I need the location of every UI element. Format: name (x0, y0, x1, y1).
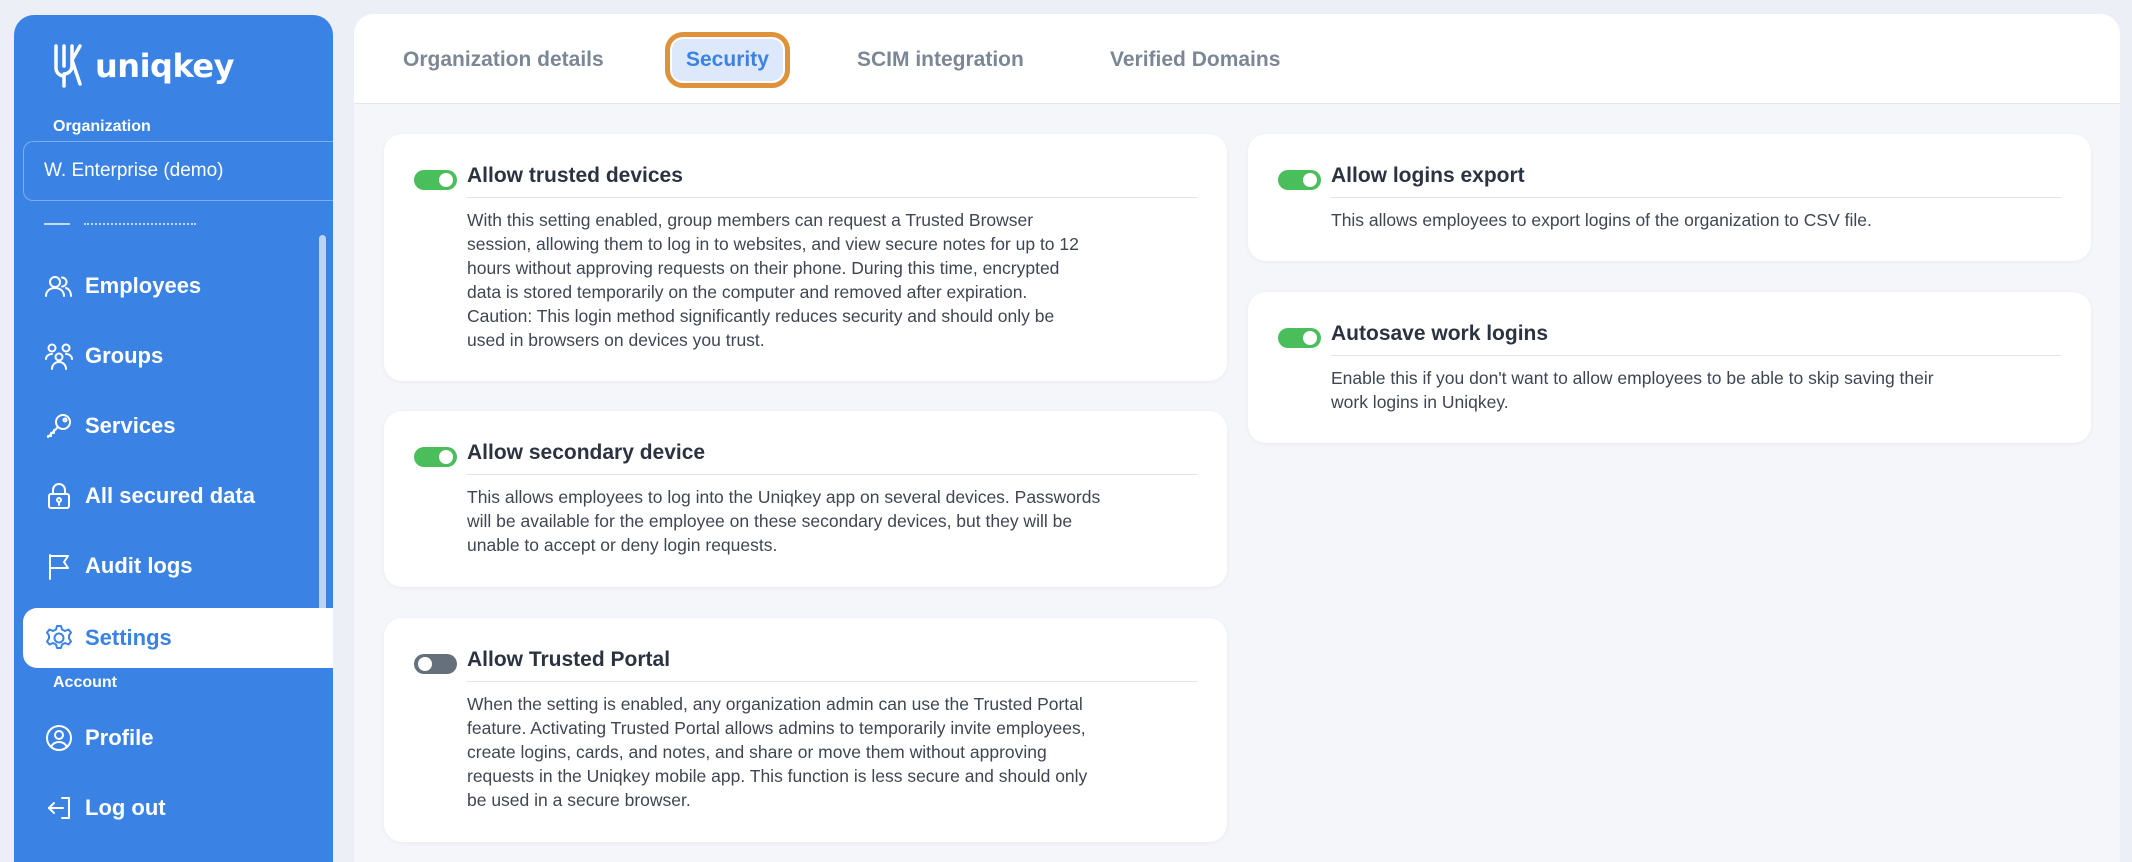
sidebar: uniqkey Organization W. Enterprise (demo… (14, 15, 333, 862)
sidebar-item-label: Services (85, 413, 176, 438)
sidebar-item-label: Log out (85, 795, 166, 820)
groups-icon (45, 343, 73, 370)
card-title: Autosave work logins (1331, 322, 2061, 356)
organization-label: Organization (53, 118, 151, 135)
card-title: Allow logins export (1331, 164, 2061, 198)
sidebar-item-label: Employees (85, 273, 202, 298)
tab-organization-details[interactable]: Organization details (403, 32, 604, 88)
sidebar-scrollbar[interactable] (319, 235, 326, 660)
card-description: This allows employees to export logins o… (1331, 210, 1872, 230)
brand-name: uniqkey (95, 47, 234, 85)
card-description: When the setting is enabled, any organiz… (467, 694, 1088, 810)
trusted-devices-card: Allow trusted devices With this setting … (384, 134, 1227, 381)
sidebar-item-audit-logs[interactable]: Audit logs (23, 536, 333, 596)
sidebar-item-log-out[interactable]: Log out (23, 778, 333, 838)
sidebar-item-services[interactable]: Services (23, 396, 333, 456)
card-title: Allow Trusted Portal (467, 648, 1197, 682)
sidebar-item-employees[interactable]: Employees (23, 256, 333, 316)
sidebar-item-label: Groups (85, 343, 164, 368)
secondary-device-toggle[interactable] (414, 447, 457, 467)
main-panel: Organization details Security SCIM integ… (354, 14, 2120, 862)
trusted-portal-toggle[interactable] (414, 654, 457, 674)
autosave-toggle[interactable] (1278, 328, 1321, 348)
card-title: Allow trusted devices (467, 164, 1197, 198)
tab-scim-integration[interactable]: SCIM integration (857, 32, 1024, 88)
sidebar-item-groups[interactable]: Groups (23, 326, 333, 386)
card-description: With this setting enabled, group members… (467, 210, 1079, 350)
sidebar-item-settings[interactable]: Settings (23, 608, 333, 668)
organization-selector[interactable]: W. Enterprise (demo) (23, 141, 333, 201)
sidebar-item-all-secured-data[interactable]: All secured data (23, 466, 333, 526)
gear-icon (46, 625, 72, 649)
trusted-devices-toggle[interactable] (414, 170, 457, 190)
account-label: Account (53, 674, 117, 691)
sidebar-item-label: Settings (85, 625, 172, 650)
sidebar-item-label: Audit logs (85, 553, 193, 578)
logout-icon (48, 797, 70, 819)
logins-export-toggle[interactable] (1278, 170, 1321, 190)
uniqkey-logo[interactable]: uniqkey (51, 42, 234, 90)
tab-verified-domains[interactable]: Verified Domains (1110, 32, 1280, 88)
logins-export-card: Allow logins export This allows employee… (1248, 134, 2091, 261)
secondary-device-card: Allow secondary device This allows emplo… (384, 411, 1227, 587)
sidebar-item-label: Profile (85, 725, 154, 750)
profile-icon (46, 725, 72, 751)
organization-name: W. Enterprise (demo) (44, 160, 224, 181)
lock-icon (48, 483, 70, 509)
tab-security[interactable]: Security (665, 32, 790, 88)
users-icon (45, 276, 72, 297)
settings-tabs: Organization details Security SCIM integ… (354, 14, 2120, 104)
tab-security-label: Security (686, 48, 769, 71)
scrolled-nav-item (44, 221, 204, 231)
card-description: This allows employees to log into the Un… (467, 487, 1101, 555)
card-title: Allow secondary device (467, 441, 1197, 475)
flag-icon (49, 554, 69, 580)
autosave-card: Autosave work logins Enable this if you … (1248, 292, 2091, 443)
card-description: Enable this if you don't want to allow e… (1331, 368, 1934, 412)
key-icon (47, 414, 71, 438)
sidebar-item-profile[interactable]: Profile (23, 708, 333, 768)
trusted-portal-card: Allow Trusted Portal When the setting is… (384, 618, 1227, 842)
sidebar-item-label: All secured data (85, 483, 255, 508)
uniqkey-logo-icon (54, 44, 82, 88)
